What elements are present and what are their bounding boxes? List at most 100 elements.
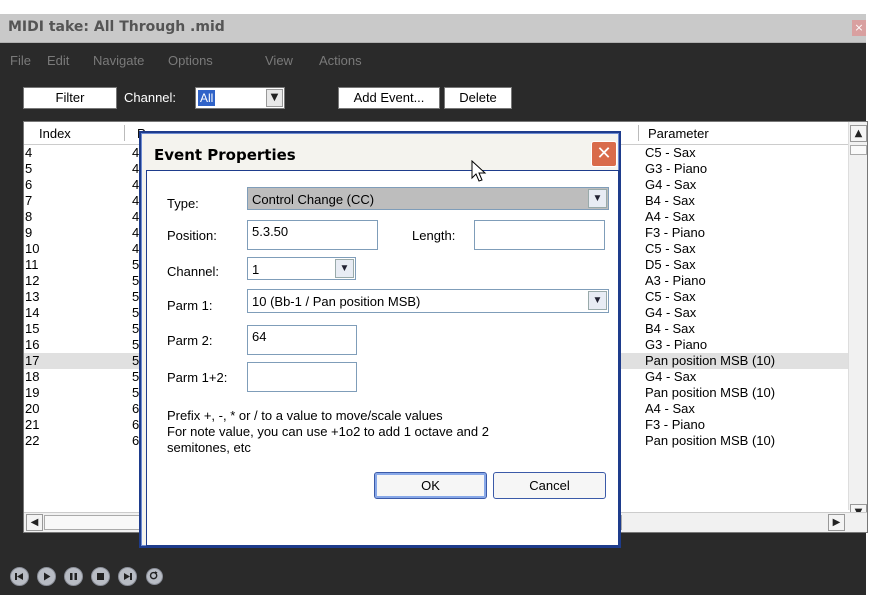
dialog-frame: Event Properties ✕ Type: Control Change …	[141, 133, 619, 546]
channel-label: Channel:	[167, 264, 220, 279]
window-title: MIDI take: All Through .mid	[8, 19, 225, 35]
row-parameter: Pan position MSB (10)	[645, 353, 776, 368]
row-index: 14	[25, 305, 40, 320]
chevron-down-icon[interactable]: ▼	[588, 291, 607, 310]
chevron-down-icon[interactable]: ▼	[588, 189, 607, 208]
arrow-left-icon[interactable]: ◀	[26, 514, 43, 531]
chevron-down-icon[interactable]: ▼	[335, 259, 354, 278]
dialog-body: Type: Control Change (CC) ▼ Position: 5.…	[146, 170, 619, 546]
column-divider[interactable]	[638, 125, 639, 141]
row-index: 16	[25, 337, 40, 352]
position-label: Position:	[167, 228, 217, 243]
type-label: Type:	[167, 196, 199, 211]
row-index: 21	[25, 417, 40, 432]
row-index: 8	[25, 209, 33, 224]
channel-select[interactable]: All ▼	[195, 87, 285, 109]
row-parameter: F3 - Piano	[645, 417, 705, 432]
vertical-scrollbar[interactable]: ▲ ▼	[848, 122, 867, 521]
filter-button[interactable]: Filter	[23, 87, 117, 109]
row-index: 20	[25, 401, 40, 416]
row-parameter: A3 - Piano	[645, 273, 706, 288]
row-parameter: G3 - Piano	[645, 337, 708, 352]
title-bar: MIDI take: All Through .mid	[0, 14, 866, 43]
length-label: Length:	[412, 228, 456, 243]
rewind-icon[interactable]	[10, 567, 29, 586]
channel-field-select[interactable]: 1 ▼	[247, 257, 356, 280]
length-field[interactable]	[474, 220, 605, 250]
parm2-label: Parm 2:	[167, 333, 213, 348]
type-select[interactable]: Control Change (CC) ▼	[247, 187, 609, 210]
row-parameter: C5 - Sax	[645, 241, 696, 256]
row-parameter: G4 - Sax	[645, 177, 697, 192]
row-index: 18	[25, 369, 40, 384]
menu-options[interactable]: Options	[168, 53, 213, 68]
row-index: 7	[25, 193, 33, 208]
close-icon[interactable]: ✕	[591, 141, 617, 167]
row-parameter: C5 - Sax	[645, 289, 696, 304]
hint-text-line3: semitones, etc	[167, 440, 251, 455]
window-close-button[interactable]: ×	[852, 20, 866, 36]
pause-icon[interactable]	[64, 567, 83, 586]
row-parameter: B4 - Sax	[645, 193, 695, 208]
row-parameter: G4 - Sax	[645, 305, 697, 320]
row-index: 11	[25, 257, 39, 272]
channel-field-value: 1	[252, 262, 260, 277]
row-parameter: F3 - Piano	[645, 225, 705, 240]
forward-icon[interactable]	[118, 567, 137, 586]
parm1-label: Parm 1:	[167, 298, 213, 313]
row-index: 15	[25, 321, 40, 336]
row-parameter: Pan position MSB (10)	[645, 433, 776, 448]
menu-file[interactable]: File	[10, 53, 31, 68]
position-field[interactable]: 5.3.50	[247, 220, 378, 250]
row-parameter: G4 - Sax	[645, 369, 697, 384]
channel-select-value: All	[198, 90, 216, 106]
vertical-scroll-thumb[interactable]	[850, 145, 867, 155]
hint-text-line1: Prefix +, -, * or / to a value to move/s…	[167, 408, 443, 423]
column-header-index[interactable]: Index	[39, 126, 71, 141]
parm12-label: Parm 1+2:	[167, 370, 228, 385]
row-index: 4	[25, 145, 33, 160]
type-select-value: Control Change (CC)	[252, 192, 375, 207]
menu-actions[interactable]: Actions	[319, 53, 362, 68]
row-index: 9	[25, 225, 33, 240]
delete-button[interactable]: Delete	[444, 87, 512, 109]
row-parameter: C5 - Sax	[645, 145, 696, 160]
desktop-strip	[0, 0, 872, 14]
dialog-title: Event Properties	[154, 146, 296, 164]
row-index: 17	[25, 353, 40, 368]
menu-bar: File Edit Navigate Options View Actions	[0, 43, 866, 77]
menu-view[interactable]: View	[265, 53, 293, 68]
row-index: 19	[25, 385, 40, 400]
menu-edit[interactable]: Edit	[47, 53, 69, 68]
row-parameter: Pan position MSB (10)	[645, 385, 776, 400]
chevron-down-icon[interactable]: ▼	[266, 89, 283, 107]
play-icon[interactable]	[37, 567, 56, 586]
row-parameter: B4 - Sax	[645, 321, 695, 336]
row-index: 13	[25, 289, 40, 304]
hint-text-line2: For note value, you can use +1o2 to add …	[167, 424, 489, 439]
column-header-parameter[interactable]: Parameter	[648, 126, 709, 141]
ok-button[interactable]: OK	[374, 472, 487, 499]
row-index: 22	[25, 433, 40, 448]
mouse-cursor-icon	[471, 160, 487, 182]
row-index: 5	[25, 161, 33, 176]
row-parameter: G3 - Piano	[645, 161, 708, 176]
parm1-select[interactable]: 10 (Bb-1 / Pan position MSB) ▼	[247, 289, 609, 313]
stop-icon[interactable]	[91, 567, 110, 586]
menu-navigate[interactable]: Navigate	[93, 53, 144, 68]
row-parameter: A4 - Sax	[645, 401, 695, 416]
parm2-field[interactable]: 64	[247, 325, 357, 355]
arrow-up-icon[interactable]: ▲	[850, 125, 867, 142]
parm12-field[interactable]	[247, 362, 357, 392]
column-divider[interactable]	[124, 125, 125, 141]
row-index: 6	[25, 177, 33, 192]
parm1-select-value: 10 (Bb-1 / Pan position MSB)	[252, 294, 421, 309]
add-event-button[interactable]: Add Event...	[338, 87, 440, 109]
row-parameter: A4 - Sax	[645, 209, 695, 224]
row-index: 12	[25, 273, 40, 288]
arrow-right-icon[interactable]: ▶	[828, 514, 845, 531]
repeat-icon[interactable]	[146, 568, 163, 585]
cancel-button[interactable]: Cancel	[493, 472, 606, 499]
event-properties-dialog: Event Properties ✕ Type: Control Change …	[139, 131, 621, 548]
channel-label: Channel:	[124, 90, 177, 105]
